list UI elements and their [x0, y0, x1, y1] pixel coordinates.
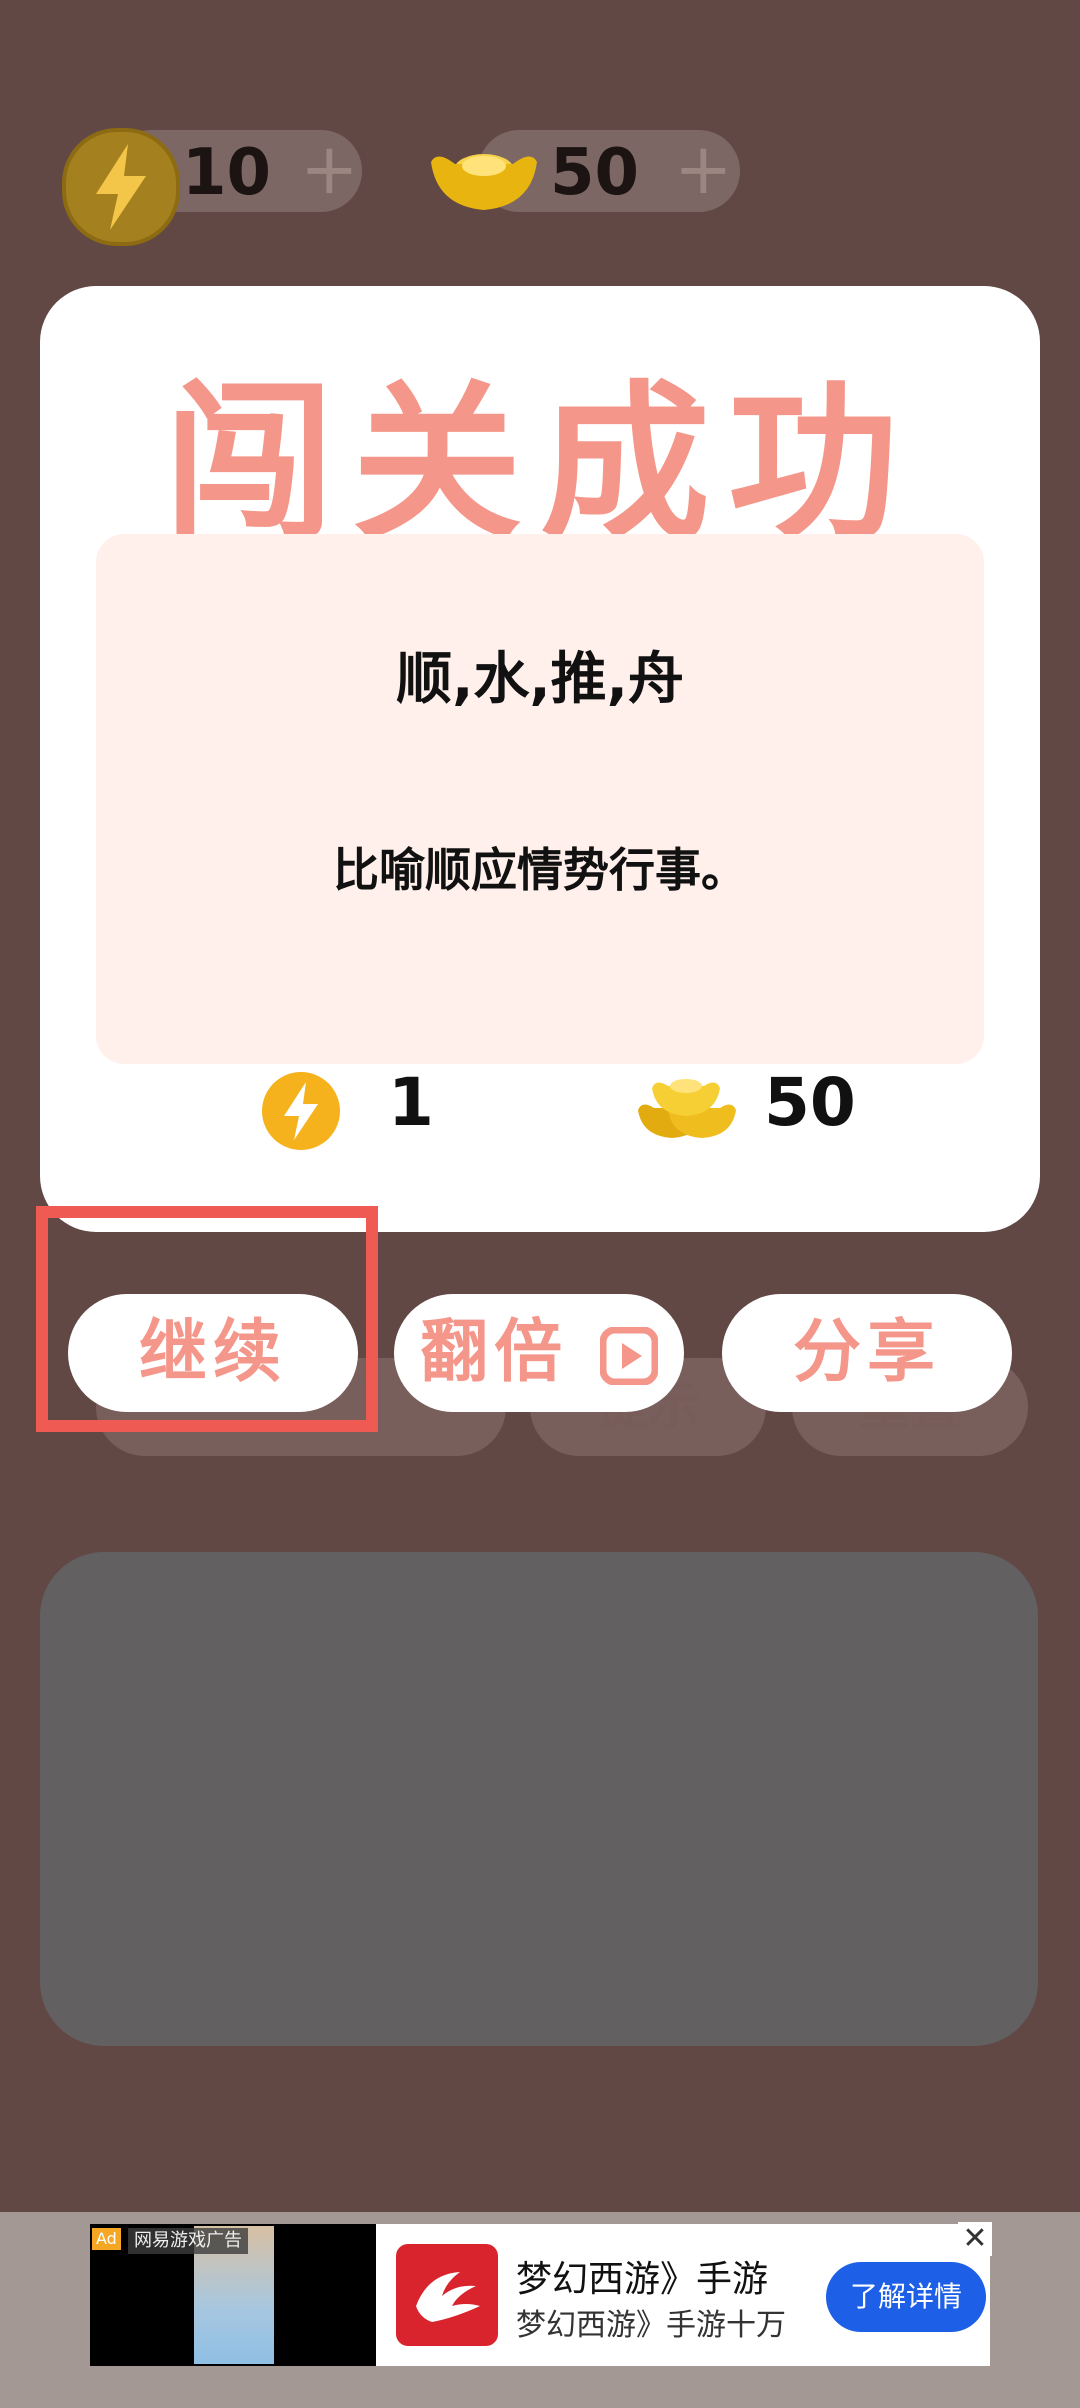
idiom-meaning: 比喻顺应情势行事。: [333, 843, 747, 897]
add-energy-icon[interactable]: +: [300, 128, 359, 210]
level-complete-modal: 闯关成功 顺,水,推,舟 比喻顺应情势行事。 1 50: [40, 286, 1040, 1232]
ad-close-icon[interactable]: ✕: [958, 2222, 992, 2256]
play-video-icon: [599, 1326, 659, 1386]
reward-energy-value: 1: [388, 1064, 434, 1141]
ad-subtitle: 梦幻西游》手游十万: [516, 2308, 786, 2343]
double-label: 翻倍: [420, 1313, 569, 1392]
ad-source-label: 网易游戏广告: [128, 2228, 248, 2254]
double-reward-button[interactable]: 翻倍: [394, 1294, 684, 1412]
energy-value: 10: [182, 136, 272, 210]
ad-learn-more-button[interactable]: 了解详情: [826, 2262, 986, 2332]
ad-app-logo-icon[interactable]: [396, 2244, 498, 2346]
gold-value: 50: [550, 136, 640, 210]
ad-tag: Ad: [92, 2228, 121, 2250]
energy-icon: [62, 128, 180, 246]
ad-title[interactable]: 梦幻西游》手游: [516, 2250, 768, 2302]
share-button[interactable]: 分享: [722, 1294, 1012, 1412]
idiom-info-box: 顺,水,推,舟 比喻顺应情势行事。: [96, 534, 984, 1064]
gold-ingot-icon: [431, 154, 537, 210]
highlight-box: [36, 1206, 378, 1432]
reward-gold-value: 50: [764, 1064, 856, 1141]
add-gold-icon[interactable]: +: [674, 128, 733, 210]
reward-energy-icon: [262, 1072, 340, 1150]
reward-gold-icon: [638, 1079, 736, 1138]
share-label: 分享: [792, 1313, 941, 1392]
idiom-words: 顺,水,推,舟: [396, 647, 684, 712]
dimmed-game-panel: [40, 1552, 1038, 2046]
